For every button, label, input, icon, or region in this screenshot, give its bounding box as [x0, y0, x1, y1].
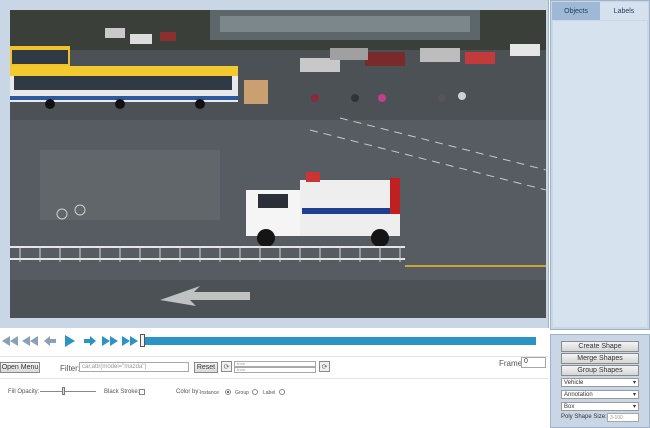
poly-shape-size-label: Poly Shape Size:: [561, 414, 607, 420]
color-by-instance-label: Instance: [200, 390, 219, 396]
chevron-down-icon: ▾: [632, 392, 636, 398]
divider: [0, 378, 548, 379]
color-by-label-radio[interactable]: [279, 389, 285, 395]
label-select[interactable]: Vehicle ▾: [561, 378, 639, 387]
play-icon[interactable]: [60, 334, 80, 348]
chevron-down-icon: ▾: [632, 404, 636, 410]
color-by-group-radio[interactable]: [252, 389, 258, 395]
color-by-label-label: Label: [263, 390, 276, 396]
create-shape-button[interactable]: Create Shape: [561, 341, 639, 352]
filter-input[interactable]: car,attr(model="mazda"): [79, 362, 189, 372]
shape-type-select[interactable]: Box ▾: [561, 402, 639, 411]
color-by-group-label: Group: [235, 390, 249, 396]
mode-select-value: Annotation: [564, 391, 593, 398]
step-backward-icon[interactable]: [40, 334, 60, 348]
sidebar-tabs: Objects Labels: [552, 2, 648, 20]
street-scene-image: [10, 10, 546, 318]
filter-label: Filter:: [60, 364, 80, 373]
objects-list[interactable]: [553, 21, 647, 327]
tab-labels[interactable]: Labels: [600, 2, 648, 20]
fill-opacity-handle[interactable]: [62, 387, 65, 395]
range-to-input[interactable]: from: [234, 367, 316, 373]
color-by-instance-radio[interactable]: [225, 389, 231, 395]
frame-label: Frame: [499, 359, 523, 368]
open-menu-button[interactable]: Open Menu: [0, 362, 40, 373]
timeline-scrubber[interactable]: [140, 337, 536, 345]
mode-select[interactable]: Annotation ▾: [561, 390, 639, 399]
merge-shapes-button[interactable]: Merge Shapes: [561, 353, 639, 364]
group-shapes-button[interactable]: Group Shapes: [561, 365, 639, 376]
label-select-value: Vehicle: [564, 379, 584, 386]
frame-input[interactable]: 0: [521, 357, 546, 368]
fill-opacity-slider[interactable]: [40, 391, 96, 392]
chevron-down-icon: ▾: [632, 380, 636, 386]
divider: [0, 356, 548, 357]
video-frame[interactable]: [10, 10, 546, 318]
skip-forward-icon[interactable]: [120, 334, 140, 348]
shape-panel: Create Shape Merge Shapes Group Shapes V…: [550, 334, 650, 428]
refresh-range-icon[interactable]: ⟳: [319, 361, 330, 372]
tab-objects[interactable]: Objects: [552, 2, 600, 20]
fill-opacity-label: Fill Opacity:: [8, 389, 40, 395]
poly-shape-size-input[interactable]: 3-100: [607, 413, 639, 422]
sidebar: Objects Labels: [550, 0, 650, 330]
fast-forward-icon[interactable]: [100, 334, 120, 348]
video-frame-container: [0, 0, 549, 328]
black-stroke-checkbox[interactable]: [139, 389, 145, 395]
shape-type-select-value: Box: [564, 403, 575, 410]
refresh-icon[interactable]: ⟳: [221, 361, 232, 372]
reset-button[interactable]: Reset: [194, 362, 218, 373]
step-forward-icon[interactable]: [80, 334, 100, 348]
scrubber-handle[interactable]: [140, 334, 145, 347]
fast-backward-icon[interactable]: [20, 334, 40, 348]
color-by-label: Color by:: [176, 389, 201, 395]
black-stroke-label: Black Stroke:: [104, 389, 140, 395]
skip-back-icon[interactable]: [0, 334, 20, 348]
